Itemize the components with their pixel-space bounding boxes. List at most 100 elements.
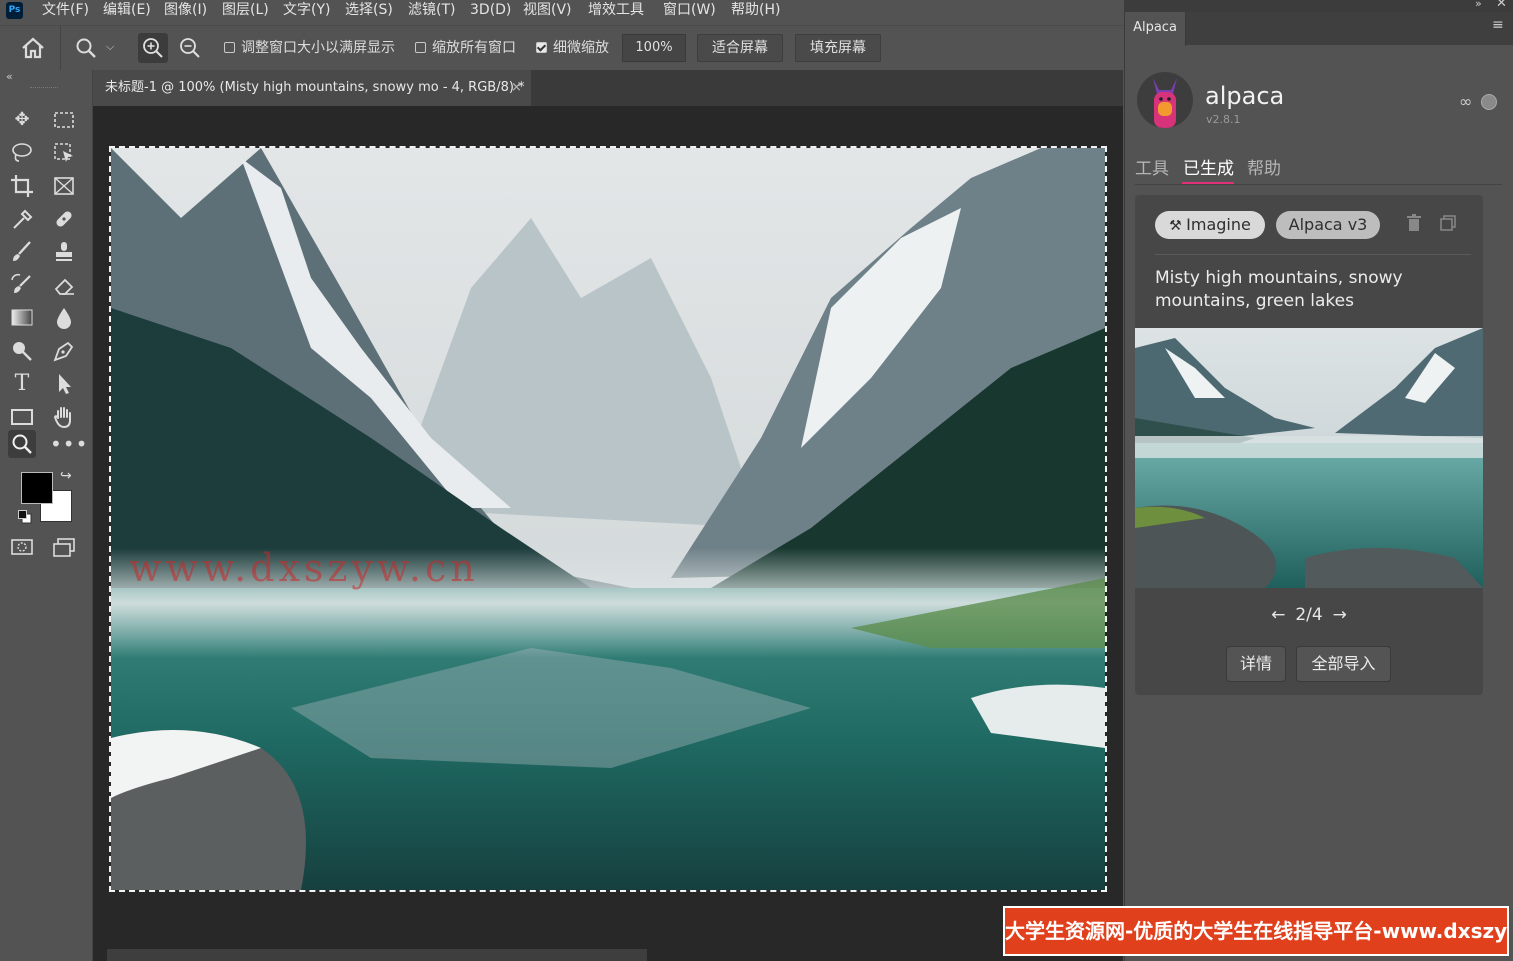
imagine-chip-label: Imagine — [1186, 215, 1251, 234]
zoom-tool-selected-icon[interactable] — [8, 430, 36, 458]
rectangle-tool-icon[interactable] — [8, 403, 36, 431]
image-pager: ← 2/4 → — [1135, 605, 1483, 625]
document-tab-bar: 未标题-1 @ 100% (Misty high mountains, snow… — [93, 70, 1123, 106]
screen-mode-icon[interactable] — [50, 533, 78, 561]
menu-view[interactable]: 视图(V) — [523, 0, 572, 22]
zoom-percent-field[interactable]: 100% — [622, 34, 686, 62]
default-colors-icon[interactable] — [18, 510, 32, 524]
alpaca-logo-icon — [1137, 72, 1193, 128]
magic-wand-icon: ⚒ — [1169, 218, 1187, 234]
watermark-text: www.dxszyw.cn — [129, 546, 479, 590]
menu-layer[interactable]: 图层(L) — [222, 0, 269, 22]
menu-edit[interactable]: 编辑(E) — [103, 0, 151, 22]
document-tab[interactable]: 未标题-1 @ 100% (Misty high mountains, snow… — [93, 70, 531, 106]
brand-name: alpaca — [1205, 82, 1285, 110]
crop-tool-icon[interactable] — [8, 172, 36, 200]
fill-screen-button[interactable]: 填充屏幕 — [795, 34, 881, 62]
tabs-divider — [1135, 184, 1502, 185]
options-bar: ⌵ 调整窗口大小以满屏显示 缩放所有窗口 细微缩放 100% 适合屏幕 填充屏幕 — [0, 25, 1123, 70]
zoom-out-button[interactable] — [175, 33, 205, 63]
panel-header-strip: » ✕ — [1124, 0, 1513, 12]
model-chip[interactable]: Alpaca v3 — [1276, 211, 1380, 239]
zoom-all-windows-checkbox[interactable] — [415, 42, 426, 53]
fit-screen-button[interactable]: 适合屏幕 — [697, 34, 783, 62]
brush-tool-icon[interactable] — [8, 238, 36, 266]
type-tool-icon[interactable]: T — [8, 370, 36, 398]
tools-panel: « ✥ T ••• ↪ — [0, 70, 93, 961]
zoom-tool-icon[interactable] — [75, 37, 97, 59]
close-panel-icon[interactable]: ✕ — [1496, 0, 1507, 11]
imagine-chip[interactable]: ⚒ Imagine — [1155, 211, 1265, 239]
move-tool-icon[interactable]: ✥ — [8, 106, 36, 134]
next-arrow-icon[interactable]: → — [1323, 605, 1357, 625]
status-indicator — [1481, 94, 1497, 110]
zoom-all-windows-label: 缩放所有窗口 — [432, 40, 516, 56]
prompt-text: Misty high mountains, snowy mountains, g… — [1155, 268, 1403, 311]
previous-arrow-icon[interactable]: ← — [1261, 605, 1295, 625]
foreground-color-swatch[interactable] — [21, 472, 53, 504]
menu-bar: Ps 文件(F) 编辑(E) 图像(I) 图层(L) 文字(Y) 选择(S) 滤… — [0, 0, 1123, 24]
collapse-panel-right-icon[interactable]: » — [1475, 0, 1482, 10]
menu-window[interactable]: 窗口(W) — [663, 0, 716, 22]
site-banner: 大学生资源网-优质的大学生在线指导平台-www.dxszyw.cn — [1003, 906, 1509, 956]
horizontal-scrollbar[interactable] — [107, 949, 647, 961]
version-label: v2.8.1 — [1206, 113, 1241, 126]
history-brush-tool-icon[interactable] — [8, 271, 36, 299]
zoom-in-button[interactable] — [138, 33, 168, 63]
canvas-area[interactable]: www.dxszyw.cn — [93, 106, 1123, 961]
copy-icon[interactable] — [1440, 215, 1456, 231]
menu-type[interactable]: 文字(Y) — [283, 0, 330, 22]
infinity-icon: ∞ — [1459, 92, 1473, 111]
close-tab-icon[interactable]: × — [511, 70, 522, 106]
zoom-in-icon — [143, 38, 163, 58]
zoom-out-icon — [180, 38, 200, 58]
path-selection-tool-icon[interactable] — [50, 370, 78, 398]
collapse-panel-icon[interactable]: « — [6, 70, 13, 83]
marquee-tool-icon[interactable] — [50, 106, 78, 134]
blur-tool-icon[interactable] — [50, 304, 78, 332]
lasso-tool-icon[interactable] — [8, 139, 36, 167]
healing-brush-tool-icon[interactable] — [50, 205, 78, 233]
divider — [60, 26, 61, 70]
object-select-tool-icon[interactable] — [50, 139, 78, 167]
import-all-button[interactable]: 全部导入 — [1296, 646, 1391, 682]
alpaca-panel: ≡ Alpaca alpaca v2.8.1 ∞ 工具 已生成 帮助 ⚒ Ima… — [1124, 12, 1513, 961]
panel-menu-icon[interactable]: ≡ — [1492, 17, 1504, 33]
dodge-tool-icon[interactable] — [8, 337, 36, 365]
menu-file[interactable]: 文件(F) — [42, 0, 89, 22]
details-button[interactable]: 详情 — [1226, 646, 1286, 682]
generation-card: ⚒ Imagine Alpaca v3 Misty high mountains… — [1135, 195, 1483, 695]
menu-plugins[interactable]: 增效工具 — [588, 0, 644, 22]
generated-image-thumbnail[interactable] — [1135, 328, 1483, 588]
menu-select[interactable]: 选择(S) — [345, 0, 393, 22]
home-icon[interactable] — [20, 36, 46, 60]
frame-tool-icon[interactable] — [50, 172, 78, 200]
alpaca-panel-tab[interactable]: Alpaca — [1125, 12, 1186, 46]
swap-colors-icon[interactable]: ↪ — [60, 468, 72, 484]
tab-tools[interactable]: 工具 — [1135, 154, 1169, 179]
menu-3d[interactable]: 3D(D) — [470, 0, 511, 22]
eraser-tool-icon[interactable] — [50, 271, 78, 299]
document-title: 未标题-1 @ 100% (Misty high mountains, snow… — [105, 80, 525, 95]
pen-tool-icon[interactable] — [50, 337, 78, 365]
resize-windows-checkbox[interactable] — [224, 42, 235, 53]
card-divider — [1155, 254, 1471, 255]
scrubby-zoom-label: 细微缩放 — [553, 40, 609, 56]
eyedropper-tool-icon[interactable] — [8, 205, 36, 233]
document-image[interactable] — [109, 146, 1107, 892]
scrubby-zoom-checkbox[interactable] — [536, 42, 547, 53]
resize-windows-label: 调整窗口大小以满屏显示 — [241, 40, 395, 56]
chevron-down-icon[interactable]: ⌵ — [106, 40, 114, 54]
more-tools-icon[interactable]: ••• — [50, 430, 87, 458]
tab-help[interactable]: 帮助 — [1247, 154, 1281, 179]
menu-filter[interactable]: 滤镜(T) — [408, 0, 455, 22]
tab-generated[interactable]: 已生成 — [1183, 154, 1234, 179]
clone-stamp-tool-icon[interactable] — [50, 238, 78, 266]
hand-tool-icon[interactable] — [50, 403, 78, 431]
menu-image[interactable]: 图像(I) — [164, 0, 207, 22]
trash-icon[interactable] — [1406, 214, 1422, 232]
gradient-tool-icon[interactable] — [8, 304, 36, 332]
page-indicator: 2/4 — [1295, 605, 1323, 625]
quick-mask-icon[interactable] — [8, 533, 36, 561]
menu-help[interactable]: 帮助(H) — [731, 0, 780, 22]
